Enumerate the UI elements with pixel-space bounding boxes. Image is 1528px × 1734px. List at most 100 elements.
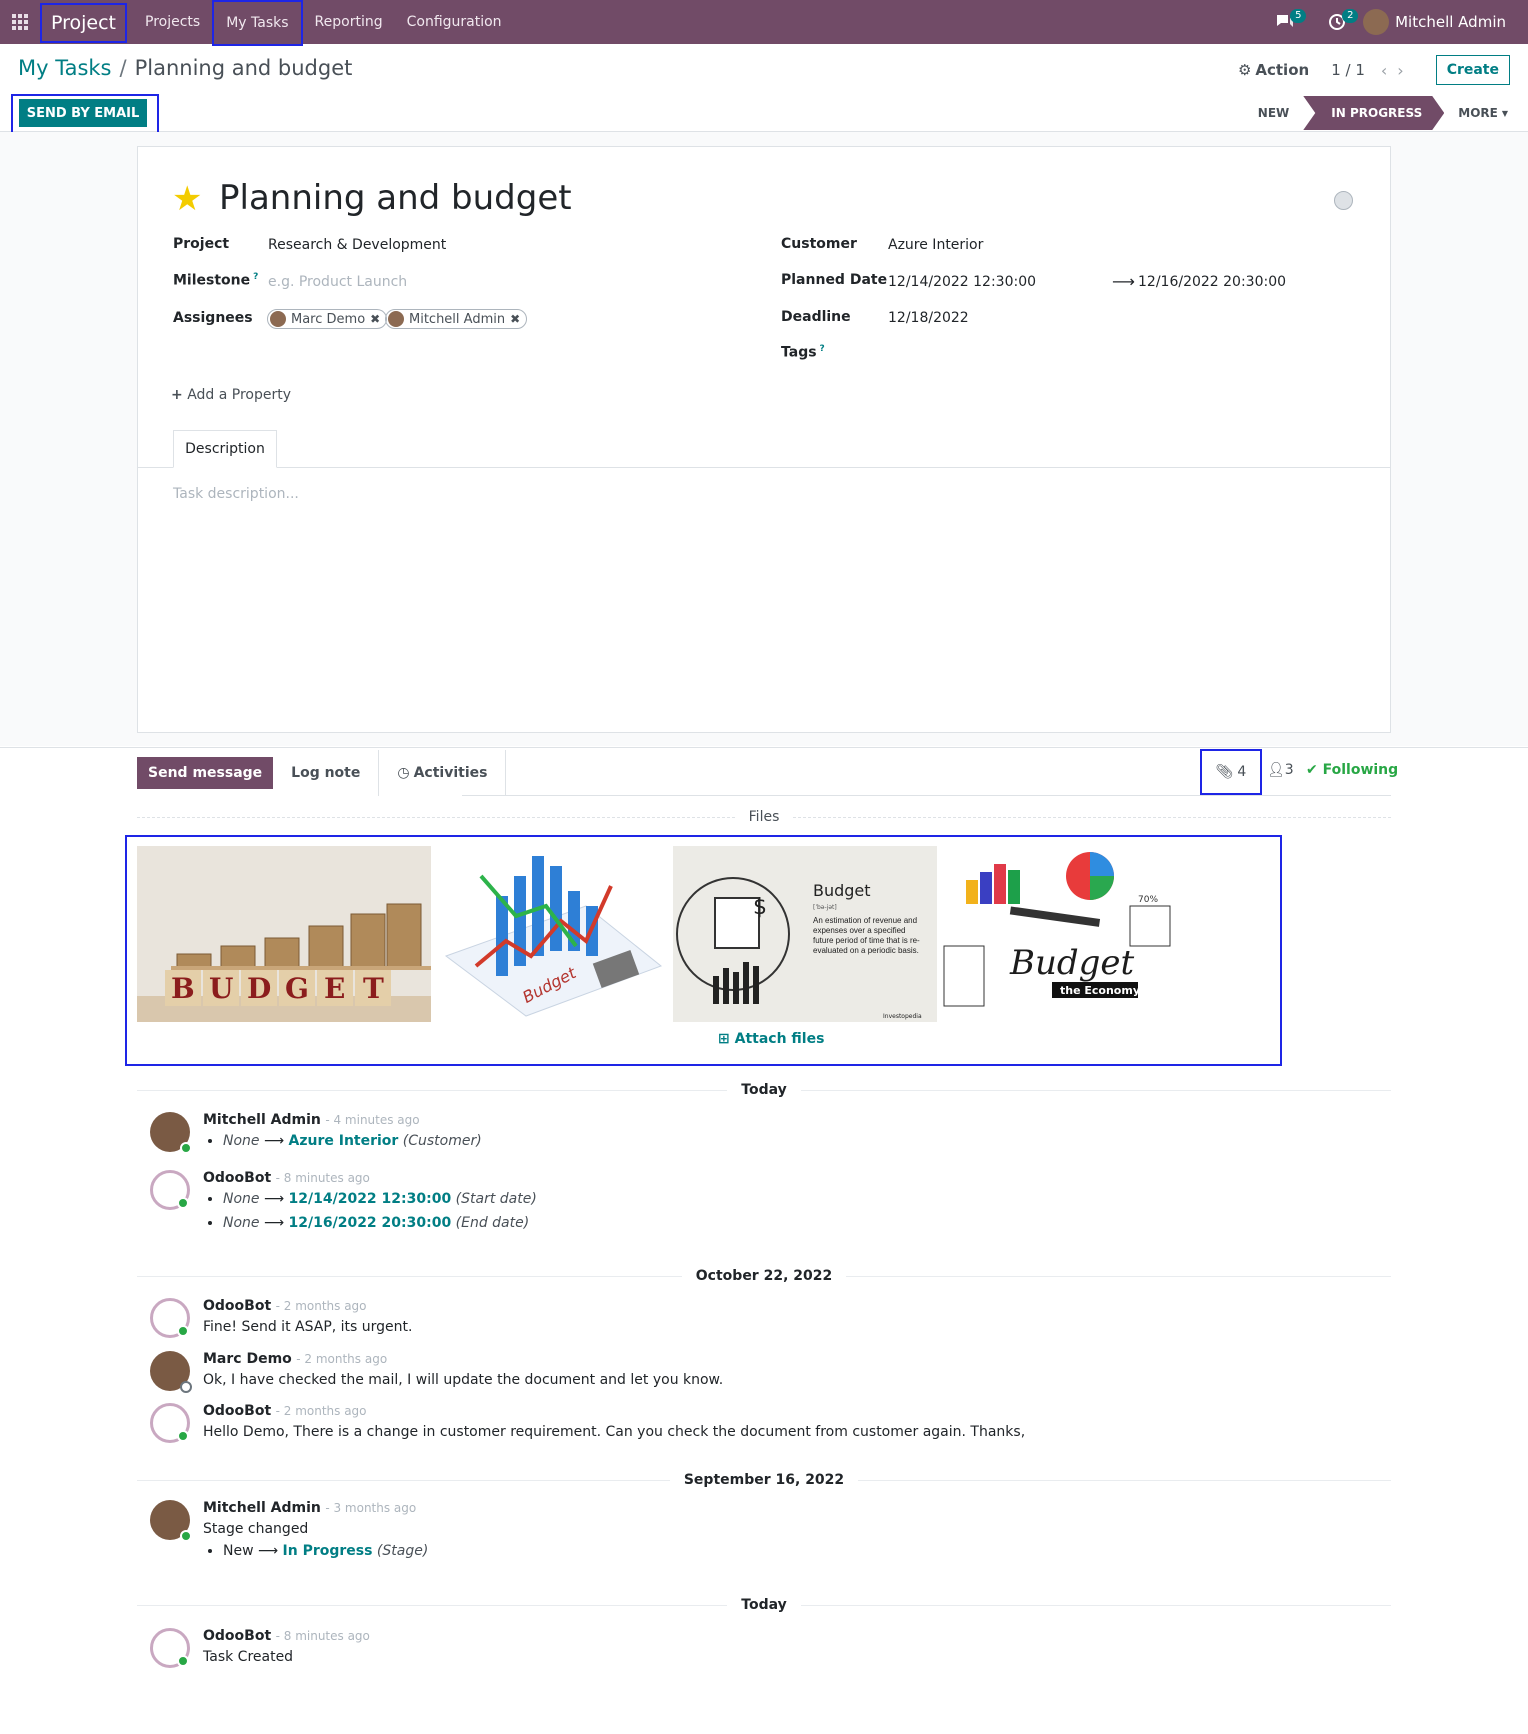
message-author[interactable]: OdooBot (203, 1298, 271, 1314)
message-body: New ⟶ In Progress (Stage) (203, 1543, 428, 1564)
file-thumbnail-budget-blocks[interactable]: B U D G E T (137, 846, 431, 1022)
avatar[interactable] (150, 1500, 192, 1542)
breadcrumb-my-tasks[interactable]: My Tasks (18, 56, 112, 80)
message-time: - 4 minutes ago (325, 1113, 420, 1127)
send-message-button[interactable]: Send message (137, 757, 274, 789)
odoobot-avatar[interactable] (150, 1298, 190, 1338)
milestone-field[interactable]: e.g. Product Launch (268, 274, 407, 290)
stage-in-progress[interactable]: IN PROGRESS (1303, 96, 1444, 130)
task-title[interactable]: Planning and budget (219, 178, 572, 218)
deadline-field[interactable]: 12/18/2022 (888, 310, 969, 326)
attachments-button[interactable]: 📎︎ 4 (1200, 749, 1262, 795)
file-thumbnail-budget-chart[interactable]: Budget (436, 846, 666, 1022)
message-time: - 8 minutes ago (275, 1171, 370, 1185)
following-button[interactable]: ✔ Following (1306, 762, 1398, 778)
messages-badge: 5 (1290, 9, 1307, 23)
customer-field[interactable]: Azure Interior (888, 237, 983, 253)
breadcrumb: My Tasks / Planning and budget (18, 56, 352, 80)
online-status-icon (177, 1655, 189, 1667)
pager[interactable]: 1 / 1 ‹› (1331, 61, 1414, 80)
app-brand[interactable]: Project (40, 2, 128, 43)
menu-my-tasks[interactable]: My Tasks (212, 0, 303, 46)
tab-description[interactable]: Description (173, 430, 277, 468)
close-icon[interactable]: ✖ (370, 312, 380, 326)
attach-files-button[interactable]: ⊞ Attach files (718, 1031, 824, 1047)
message-author[interactable]: OdooBot (203, 1628, 271, 1644)
avatar (1363, 9, 1390, 35)
message-header: Mitchell Admin - 4 minutes ago (203, 1112, 420, 1128)
message-body: None ⟶ Azure Interior (Customer) (203, 1133, 482, 1154)
action-menu[interactable]: ⚙ Action (1238, 61, 1309, 79)
help-icon[interactable]: ? (820, 344, 825, 354)
messaging-button[interactable]: 5 (1259, 0, 1311, 44)
odoobot-avatar[interactable] (150, 1170, 190, 1210)
assignee-tag[interactable]: Mitchell Admin ✖ (385, 309, 528, 329)
offline-status-icon (180, 1381, 192, 1393)
message-header: OdooBot - 8 minutes ago (203, 1628, 370, 1644)
milestone-label-text: Milestone (173, 272, 251, 289)
message-author[interactable]: OdooBot (203, 1170, 271, 1186)
caret-down-icon: ▼ (1501, 108, 1508, 118)
odoobot-avatar[interactable] (150, 1403, 190, 1443)
form-sheet (137, 146, 1391, 733)
user-menu[interactable]: Mitchell Admin (1363, 9, 1528, 35)
block-letter: T (363, 972, 384, 1005)
budget-definition-image: $ Budget [ˈbə-jət] An estimation of reve… (673, 846, 937, 1022)
chatter-tabs-line (462, 795, 1391, 796)
chevron-left-icon[interactable]: ‹ (1381, 61, 1397, 80)
message-author[interactable]: Mitchell Admin (203, 1112, 321, 1128)
assignees-label: Assignees (173, 310, 253, 326)
online-status-icon (177, 1197, 189, 1209)
message-author[interactable]: Mitchell Admin (203, 1500, 321, 1516)
menu-projects[interactable]: Projects (133, 0, 212, 44)
message-text: Ok, I have checked the mail, I will upda… (203, 1372, 724, 1388)
date-separator: October 22, 2022 (137, 1266, 1391, 1286)
menu-reporting[interactable]: Reporting (303, 0, 395, 44)
plus-square-icon: ⊞ (718, 1031, 730, 1047)
followers-button[interactable]: 👤︎3 (1267, 762, 1294, 778)
message-time: - 3 months ago (325, 1501, 417, 1515)
planned-start-field[interactable]: 12/14/2022 12:30:00 (888, 274, 1036, 290)
stage-new[interactable]: NEW (1244, 96, 1303, 130)
message-text: Task Created (203, 1649, 294, 1665)
assignee-tag[interactable]: Marc Demo ✖ (267, 309, 388, 329)
block-letter: U (209, 972, 233, 1005)
arrow-right-icon: ⟶ (263, 1215, 285, 1231)
menu-configuration[interactable]: Configuration (395, 0, 514, 44)
kanban-state-indicator[interactable] (1334, 191, 1353, 210)
field-name: (End date) (455, 1215, 530, 1231)
send-by-email-button[interactable]: SEND BY EMAIL (19, 99, 147, 127)
chevron-right-icon[interactable]: › (1397, 61, 1413, 80)
message-author[interactable]: Marc Demo (203, 1351, 292, 1367)
message-text: Stage changed (203, 1521, 309, 1537)
activities-badge: 2 (1342, 9, 1359, 23)
block-letter: G (285, 972, 309, 1005)
economy-title: Budget (1009, 943, 1135, 983)
description-editor[interactable]: Task description... (173, 486, 299, 502)
action-label: Action (1255, 61, 1310, 79)
app-menu-icon[interactable] (0, 0, 40, 44)
stage-more-button[interactable]: MORE ▼ (1444, 96, 1528, 130)
activities-button[interactable]: ◷ Activities (378, 750, 507, 796)
pager-value[interactable]: 1 / 1 (1331, 61, 1365, 79)
activities-label: Activities (413, 765, 488, 781)
avatar[interactable] (150, 1112, 192, 1154)
add-property-button[interactable]: + Add a Property (171, 387, 291, 403)
project-field[interactable]: Research & Development (268, 237, 446, 253)
odoobot-avatar[interactable] (150, 1628, 190, 1668)
activities-button[interactable]: 2 (1311, 0, 1363, 44)
block-letter: D (247, 972, 271, 1005)
help-icon[interactable]: ? (253, 272, 258, 282)
svg-text:$: $ (753, 895, 767, 920)
file-thumbnail-budget-economy[interactable]: Budget the Economy 70% (940, 846, 1176, 1022)
file-thumbnail-budget-definition[interactable]: $ Budget [ˈbə-jət] An estimation of reve… (673, 846, 937, 1022)
close-icon[interactable]: ✖ (510, 312, 520, 326)
planned-end-field[interactable]: 12/16/2022 20:30:00 (1138, 274, 1286, 290)
avatar (388, 311, 404, 327)
message-author[interactable]: OdooBot (203, 1403, 271, 1419)
log-note-button[interactable]: Log note (273, 750, 378, 796)
avatar[interactable] (150, 1351, 192, 1393)
star-icon[interactable]: ★ (172, 182, 202, 216)
create-button[interactable]: Create (1435, 55, 1510, 85)
message-header: OdooBot - 8 minutes ago (203, 1170, 370, 1186)
